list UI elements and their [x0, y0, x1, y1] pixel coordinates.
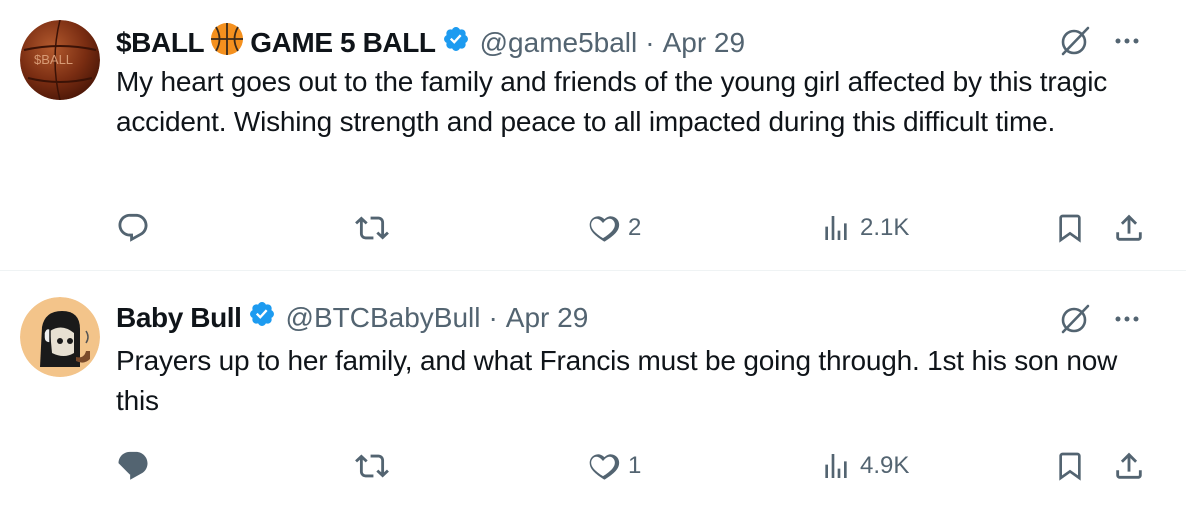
- avatar[interactable]: $BALL: [20, 20, 100, 100]
- timestamp[interactable]: Apr 29: [506, 301, 589, 335]
- tweet-text: Prayers up to her family, and what Franc…: [116, 345, 1118, 416]
- avatar[interactable]: [20, 297, 100, 377]
- like-count: 1: [628, 452, 642, 479]
- views-icon: [825, 216, 847, 240]
- repost-icon: [355, 216, 389, 240]
- like-icon: [589, 454, 620, 480]
- bookmark-button[interactable]: [1054, 446, 1086, 486]
- views-button[interactable]: 2.1K: [820, 208, 909, 248]
- tweet-actions: 1 4.9K: [0, 446, 1186, 486]
- tweet-header: Baby Bull @BTCBabyBull · Apr 29: [116, 300, 588, 336]
- cartoon-avatar-icon: [20, 297, 100, 377]
- share-button[interactable]: [1112, 446, 1146, 486]
- tweet-actions: 2 2.1K: [0, 208, 1186, 248]
- tweet-header: $BALL GAME 5 BALL @game5ball · Apr 29: [116, 22, 745, 64]
- more-icon[interactable]: [1112, 304, 1142, 339]
- tweet[interactable]: Baby Bull @BTCBabyBull · Apr 29 Prayers …: [0, 272, 1186, 510]
- views-button[interactable]: 4.9K: [820, 446, 909, 486]
- views-icon: [825, 454, 847, 478]
- bookmark-button[interactable]: [1054, 208, 1086, 248]
- basketball-avatar-icon: $BALL: [20, 20, 100, 100]
- tweet[interactable]: $BALL $BALL GAME 5 BALL @game5ball · Apr…: [0, 0, 1186, 270]
- reply-button[interactable]: [116, 208, 158, 248]
- repost-icon: [355, 454, 389, 478]
- reply-button[interactable]: [116, 446, 158, 486]
- bookmark-icon: [1059, 214, 1081, 243]
- display-name-suffix[interactable]: GAME 5 BALL: [250, 26, 436, 60]
- avatar-text: $BALL: [34, 52, 73, 67]
- bookmark-icon: [1059, 452, 1081, 481]
- verified-badge-icon: [248, 300, 276, 336]
- divider: [0, 270, 1186, 271]
- views-count: 4.9K: [860, 452, 910, 479]
- tweet-text: My heart goes out to the family and frie…: [116, 66, 1108, 137]
- reply-icon: [118, 213, 148, 242]
- separator: ·: [488, 302, 498, 333]
- timestamp[interactable]: Apr 29: [663, 26, 746, 60]
- repost-button[interactable]: [354, 446, 398, 486]
- handle[interactable]: @game5ball: [480, 26, 638, 60]
- repost-button[interactable]: [354, 208, 398, 248]
- like-button[interactable]: 2: [586, 208, 641, 248]
- display-name[interactable]: $BALL: [116, 26, 205, 60]
- like-button[interactable]: 1: [586, 446, 641, 486]
- basketball-icon: [210, 22, 244, 64]
- more-icon[interactable]: [1112, 26, 1142, 61]
- like-count: 2: [628, 214, 642, 241]
- like-icon: [589, 216, 620, 242]
- grok-icon[interactable]: [1058, 24, 1092, 63]
- separator: ·: [645, 27, 655, 58]
- display-name[interactable]: Baby Bull: [116, 301, 242, 335]
- share-icon: [1116, 214, 1142, 241]
- verified-badge-icon: [442, 25, 470, 61]
- grok-icon[interactable]: [1058, 302, 1092, 341]
- handle[interactable]: @BTCBabyBull: [286, 301, 481, 335]
- reply-icon: [118, 451, 148, 480]
- share-icon: [1116, 452, 1142, 479]
- share-button[interactable]: [1112, 208, 1146, 248]
- views-count: 2.1K: [860, 214, 910, 241]
